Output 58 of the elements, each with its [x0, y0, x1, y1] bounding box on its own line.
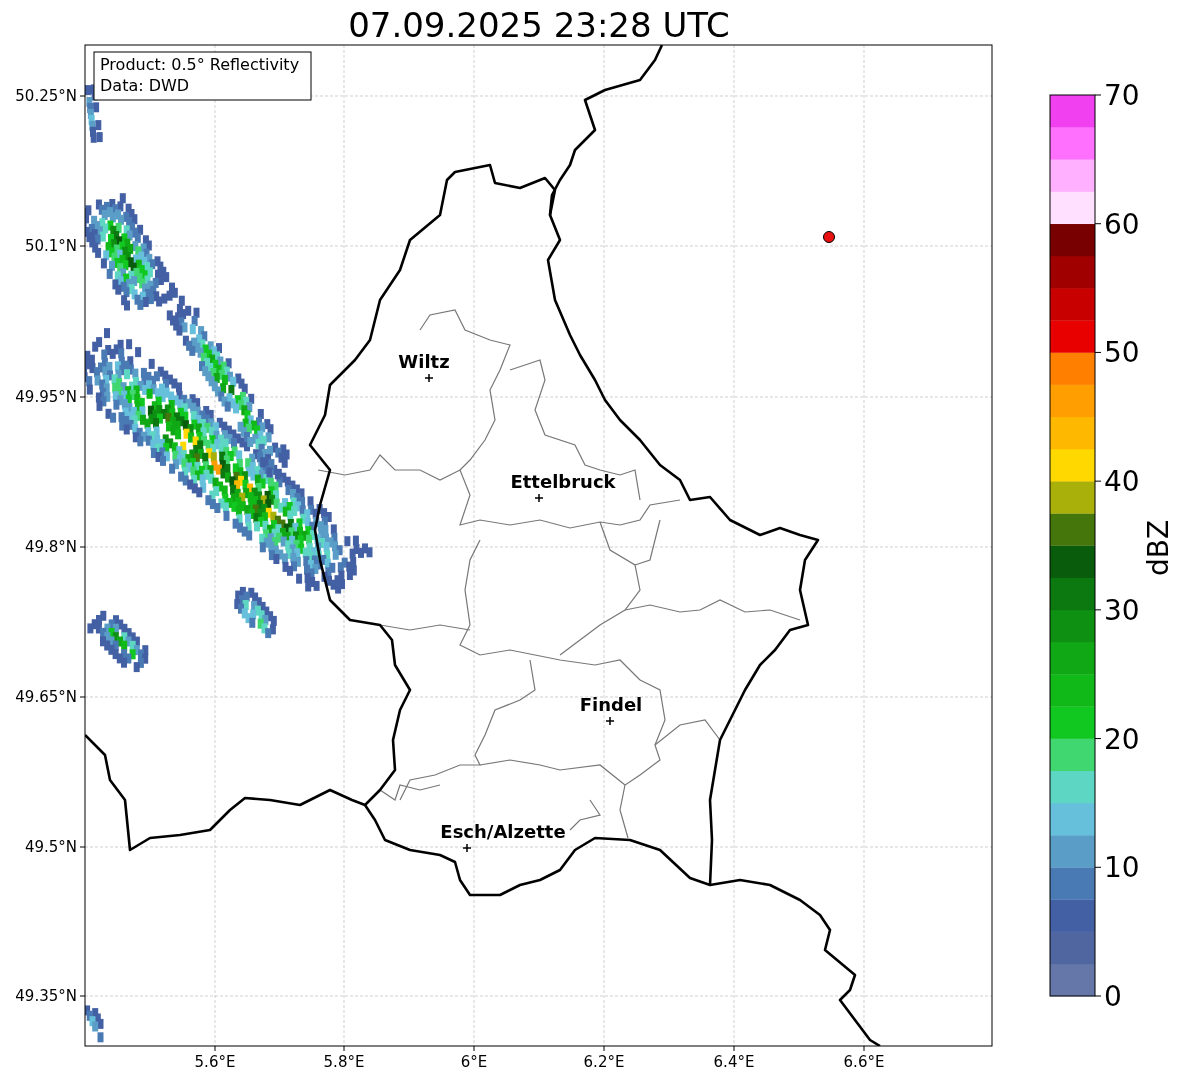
colorbar-tick-label: 40: [1104, 465, 1140, 499]
y-tick-label: 50.1°N: [24, 237, 77, 255]
tick-mark: [1094, 223, 1102, 225]
info-text: Data: DWD: [100, 76, 190, 95]
tick-mark: [1094, 995, 1102, 997]
city-marker-icon: [605, 716, 615, 726]
radar-site-marker: [823, 231, 835, 243]
tick-mark: [1094, 351, 1102, 353]
x-tick-label: 6.6°E: [843, 1053, 885, 1071]
y-tick-label: 49.35°N: [15, 987, 77, 1005]
x-tick-label: 6.4°E: [713, 1053, 755, 1071]
tick-mark: [79, 995, 86, 997]
tick-mark: [1094, 94, 1102, 96]
city-marker-icon: [534, 493, 544, 503]
tick-mark: [733, 1045, 735, 1052]
y-tick-label: 49.95°N: [15, 388, 77, 406]
colorbar-tick-label: 60: [1104, 207, 1140, 241]
radar-echo: [87, 610, 149, 673]
tick-mark: [1094, 866, 1102, 868]
colorbar-tick-label: 20: [1104, 722, 1140, 756]
tick-mark: [1094, 480, 1102, 482]
colorbar-tick-label: 10: [1104, 851, 1140, 885]
x-tick-label: 6.2°E: [583, 1053, 625, 1071]
city-label: Ettelbruck: [510, 471, 616, 492]
colorbar-tick-label: 0: [1104, 980, 1122, 1013]
tick-mark: [863, 1045, 865, 1052]
city-label: Findel: [579, 694, 643, 715]
colorbar-tick-label: 50: [1104, 336, 1140, 370]
tick-mark: [214, 1045, 216, 1052]
x-tick-label: 6°E: [460, 1053, 488, 1071]
y-tick-label: 49.65°N: [15, 688, 77, 706]
tick-mark: [79, 95, 86, 97]
tick-mark: [79, 846, 86, 848]
tick-mark: [473, 1045, 475, 1052]
chart-title: 07.09.2025 23:28 UTC: [348, 5, 730, 45]
tick-mark: [79, 546, 86, 548]
tick-mark: [79, 245, 86, 247]
y-tick-label: 49.8°N: [24, 538, 77, 556]
tick-mark: [343, 1045, 345, 1052]
tick-mark: [1094, 738, 1102, 740]
city-label: Wiltz: [398, 351, 450, 372]
colorbar-tick-label: 70: [1104, 79, 1140, 112]
city-marker-icon: [462, 843, 472, 853]
city-label: Esch/Alzette: [440, 821, 566, 842]
canton-boundary: [569, 799, 601, 831]
radar-echo: [85, 1005, 104, 1043]
x-tick-label: 5.8°E: [323, 1053, 365, 1071]
colorbar-tick-label: 30: [1104, 593, 1140, 627]
y-tick-label: 49.5°N: [24, 838, 77, 856]
tick-mark: [603, 1045, 605, 1052]
tick-mark: [79, 696, 86, 698]
tick-mark: [79, 396, 86, 398]
tick-mark: [1094, 609, 1102, 611]
colorbar-label: dBZ: [1142, 519, 1175, 577]
y-tick-label: 50.25°N: [15, 87, 77, 105]
x-tick-label: 5.6°E: [194, 1053, 236, 1071]
info-text: Product: 0.5° Reflectivity: [100, 55, 300, 74]
city-marker-icon: [424, 373, 434, 383]
